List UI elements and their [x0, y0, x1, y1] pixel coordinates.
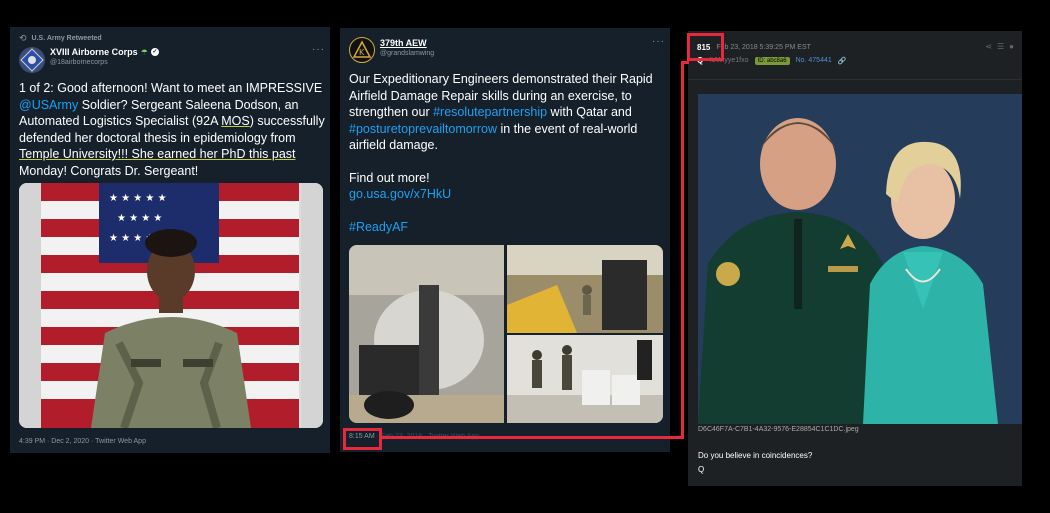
annotation-box-post-number	[687, 33, 724, 61]
more-options-icon[interactable]: ···	[312, 44, 325, 55]
avatar[interactable]	[19, 47, 45, 73]
photo-loader[interactable]	[507, 245, 663, 333]
display-name[interactable]: XVIII Airborne Corps	[50, 47, 138, 57]
post-message: Do you believe in coincidences?	[698, 451, 813, 460]
photo-engineering-vehicle[interactable]	[349, 245, 504, 423]
text-line: ) successfully	[249, 114, 325, 128]
handle[interactable]: @grandslamwing	[380, 50, 434, 57]
text-line: Monday! Congrats Dr. Sergeant!	[19, 163, 199, 178]
post-number-link[interactable]: No. 475441	[796, 57, 832, 64]
avatar[interactable]: K	[349, 37, 375, 63]
text-line: with Qatar and	[547, 105, 632, 119]
tweet-text: Our Expeditionary Engineers demonstrated…	[349, 71, 669, 235]
annotation-line-top	[681, 61, 689, 64]
link-icon[interactable]: 🔗	[838, 57, 847, 65]
hashtag-link[interactable]: #posturetoprevailtomorrow	[349, 122, 497, 136]
text-line: Automated Logistics Specialist (92A	[19, 114, 222, 128]
sheriff-and-woman-photo	[698, 94, 1022, 424]
highlighted-text: MOS	[221, 114, 250, 128]
divider	[688, 79, 1022, 80]
text-line: defended her doctoral thesis in epidemio…	[19, 130, 296, 145]
hashtag-link[interactable]: #resolutepartnership	[433, 105, 547, 119]
more-options-icon[interactable]: ···	[652, 36, 665, 47]
tweet-text: 1 of 2: Good afternoon! Want to meet an …	[19, 80, 329, 179]
airborne-logo-icon	[20, 48, 44, 72]
tweet-card-379aew: K 379th AEW @grandslamwing ··· Our Exped…	[340, 28, 670, 452]
tweet-photo-soldier[interactable]: ★ ★ ★ ★ ★ ★ ★ ★ ★ ★ ★ ★ ★ ★	[19, 183, 323, 428]
annotation-box-time	[343, 428, 382, 450]
share-icon[interactable]: ⋖	[985, 42, 992, 51]
hashtag-link[interactable]: #ReadyAF	[349, 219, 669, 236]
text-line: Soldier? Sergeant Saleena Dodson, an	[78, 97, 299, 112]
annotation-line-vertical	[681, 61, 684, 439]
retweet-icon: ⟲	[19, 33, 27, 43]
settings-icon[interactable]: ●	[1009, 42, 1014, 51]
tweet-timestamp[interactable]: 4:39 PM · Dec 2, 2020 · Twitter Web App	[19, 438, 146, 445]
post-date: Feb 23, 2018 5:39:25 PM EST	[716, 44, 811, 51]
retweet-label: U.S. Army Retweeted	[31, 35, 102, 42]
retweet-header: ⟲ U.S. Army Retweeted	[19, 33, 102, 44]
sandbags-photo	[507, 335, 663, 423]
parachute-emoji-icon: ☂	[140, 47, 148, 57]
display-name[interactable]: 379th AEW	[380, 38, 427, 48]
text-line: Airfield Damage Repair skills during an …	[349, 88, 632, 103]
verified-badge-icon: ✓	[150, 48, 159, 56]
svg-text:K: K	[359, 48, 365, 57]
text-line: Our Expeditionary Engineers demonstrated…	[349, 72, 653, 86]
mention-link[interactable]: @USArmy	[19, 98, 78, 112]
vehicle-photo	[349, 245, 504, 423]
text-line: in the event of real-world	[497, 121, 638, 136]
text-line: Find out more!	[349, 170, 430, 185]
svg-text:★ ★ ★ ★ ★: ★ ★ ★ ★ ★	[109, 193, 167, 204]
menu-icon[interactable]: ☰	[997, 42, 1004, 51]
url-link[interactable]: go.usa.gov/x7HkU	[349, 186, 669, 203]
text-line: airfield damage.	[349, 138, 438, 152]
text-line: 1 of 2: Good afternoon! Want to meet an …	[19, 81, 323, 95]
tweet-card-airborne: ⟲ U.S. Army Retweeted XVIII Airborne Cor…	[10, 27, 330, 453]
text-line: Temple University!!! She earned her PhD …	[19, 147, 296, 161]
tweet-photo-grid	[349, 245, 663, 423]
loader-photo	[507, 245, 663, 333]
annotation-line-bottom	[382, 436, 684, 439]
post-actions: ⋖ ☰ ●	[985, 42, 1014, 51]
post-signature: Q	[698, 465, 705, 474]
svg-text:★ ★ ★ ★: ★ ★ ★ ★	[117, 213, 162, 224]
post-photo[interactable]	[698, 94, 1022, 424]
qpost-card: 815 Feb 23, 2018 5:39:25 PM EST ⋖ ☰ ● Q …	[688, 31, 1022, 486]
wing-emblem-icon: K	[352, 40, 372, 58]
photo-sandbags[interactable]	[507, 335, 663, 423]
soldier-portrait-photo: ★ ★ ★ ★ ★★ ★ ★ ★★ ★ ★ ★ ★	[19, 183, 323, 428]
id-badge: ID: abc8a6	[754, 56, 790, 65]
file-name[interactable]: D6C46F7A-C7B1-4A32-9576-E28854C1C1DC.jpe…	[698, 426, 859, 433]
text-line: strengthen our	[349, 105, 434, 119]
handle[interactable]: @18airbornecorps	[50, 59, 108, 66]
